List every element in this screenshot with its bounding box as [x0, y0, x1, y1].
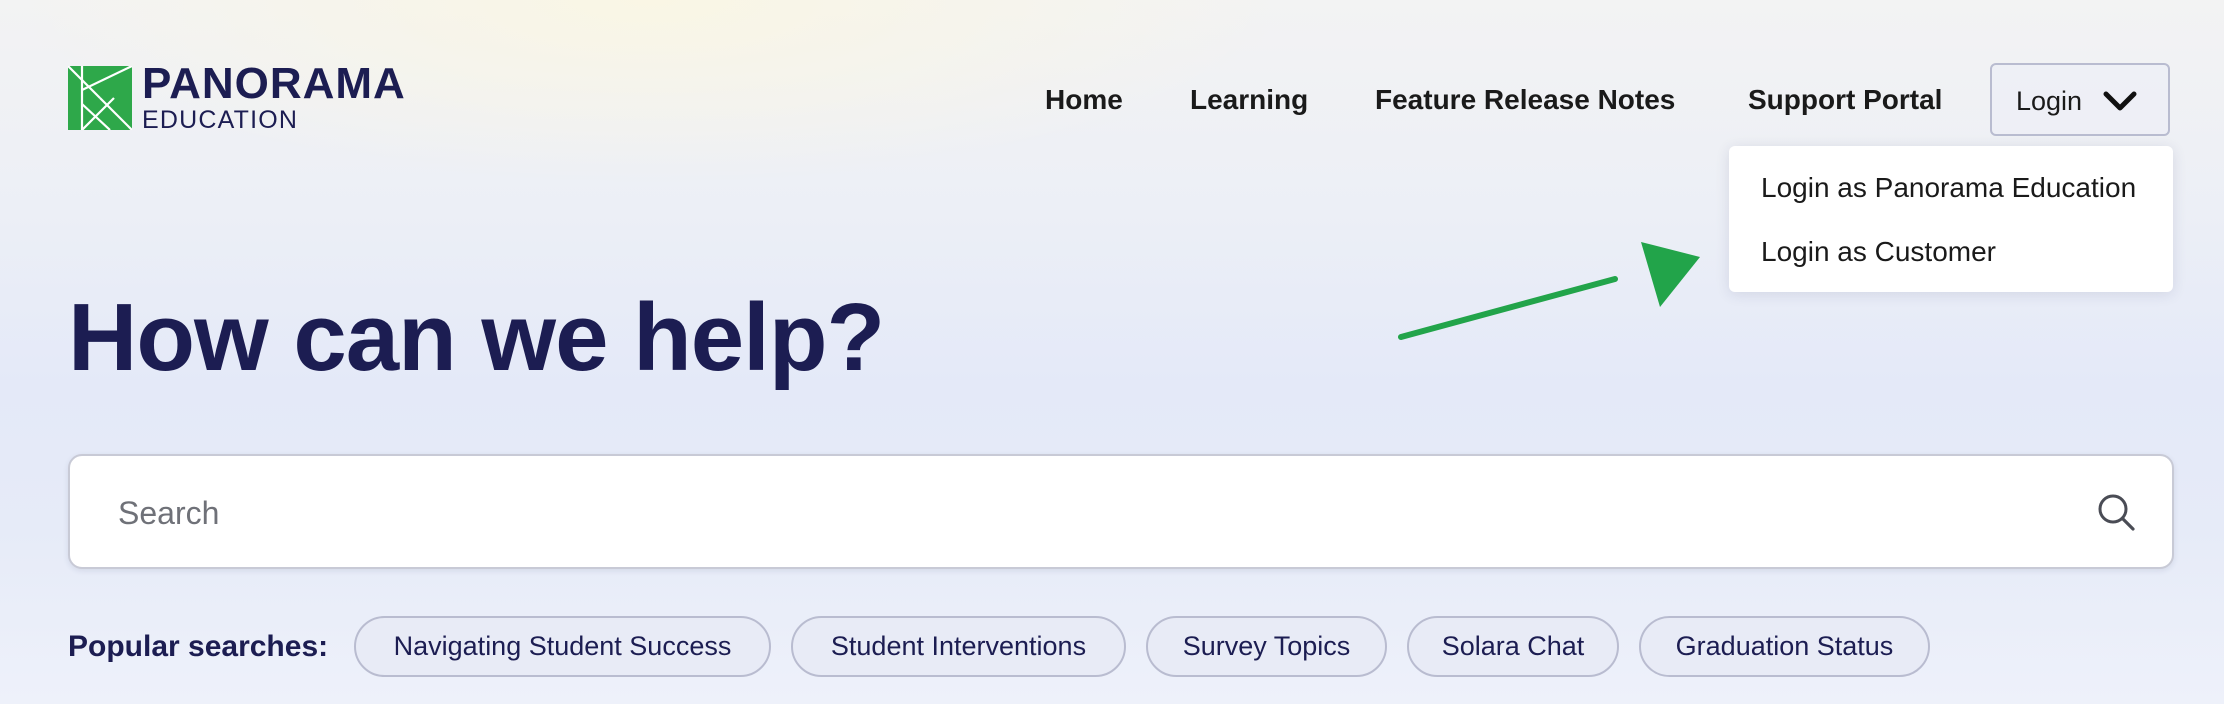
login-dropdown-menu: Login as Panorama Education Login as Cus… — [1729, 146, 2173, 292]
popular-searches-label: Popular searches: — [68, 630, 329, 663]
page-title: How can we help? — [68, 284, 885, 391]
search-bar — [68, 454, 2174, 569]
logo[interactable]: PANORAMA EDUCATION — [68, 62, 413, 134]
nav-feature-release-notes[interactable]: Feature Release Notes — [1375, 80, 1675, 120]
search-icon[interactable] — [2096, 492, 2136, 532]
menu-item-login-panorama[interactable]: Login as Panorama Education — [1761, 168, 2136, 208]
menu-item-login-customer[interactable]: Login as Customer — [1761, 232, 1996, 272]
nav-home[interactable]: Home — [1045, 80, 1123, 120]
chip-solara-chat[interactable]: Solara Chat — [1407, 616, 1619, 677]
chip-graduation-status[interactable]: Graduation Status — [1639, 616, 1930, 677]
search-input[interactable] — [116, 478, 2020, 548]
tangram-square-icon — [68, 66, 132, 130]
brand-subtitle: EDUCATION — [142, 106, 299, 134]
login-button[interactable]: Login — [1990, 63, 2170, 136]
nav-learning[interactable]: Learning — [1190, 80, 1308, 120]
chip-survey-topics[interactable]: Survey Topics — [1146, 616, 1387, 677]
chevron-down-icon — [2103, 91, 2137, 111]
nav-support-portal[interactable]: Support Portal — [1748, 80, 1942, 120]
chip-navigating-student-success[interactable]: Navigating Student Success — [354, 616, 771, 677]
chip-student-interventions[interactable]: Student Interventions — [791, 616, 1126, 677]
green-arrow-icon — [1398, 242, 1700, 340]
login-button-label: Login — [2016, 86, 2083, 116]
brand-name: PANORAMA — [142, 59, 406, 108]
